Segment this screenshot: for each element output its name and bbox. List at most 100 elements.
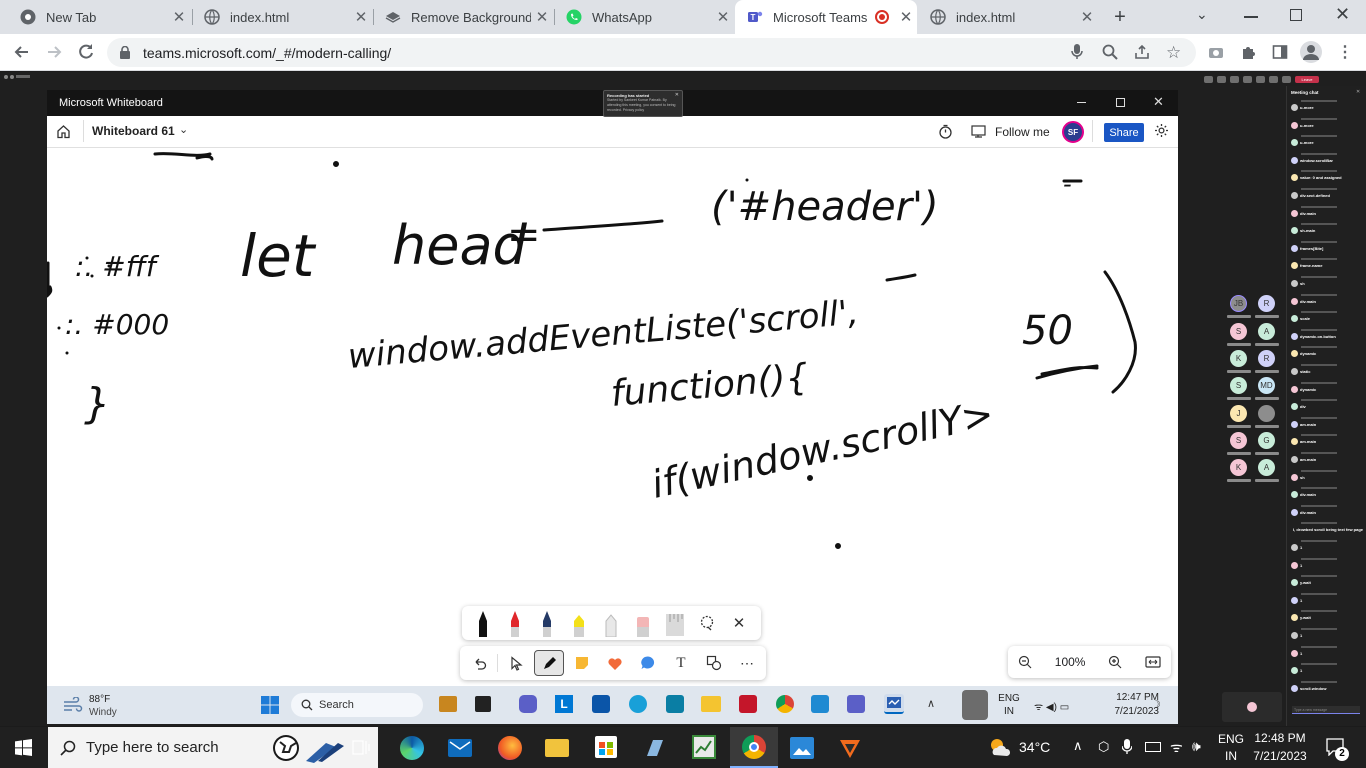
extensions-icon[interactable] xyxy=(1240,44,1256,60)
pen-red-icon[interactable] xyxy=(500,610,530,637)
wb-minimize-icon[interactable] xyxy=(1077,102,1086,104)
inking-tool-icon[interactable] xyxy=(534,650,564,676)
l-app-icon[interactable]: L xyxy=(555,695,573,713)
task-view-icon[interactable] xyxy=(475,696,491,712)
sticky-note-icon[interactable] xyxy=(567,650,597,676)
tab-remove-background[interactable]: Remove Background f ✕ xyxy=(373,0,553,34)
share-page-icon[interactable] xyxy=(1134,44,1150,60)
eraser-icon[interactable] xyxy=(628,610,658,637)
participant-avatar[interactable]: S xyxy=(1230,432,1247,449)
reactions-icon[interactable] xyxy=(1230,76,1239,83)
timer-icon[interactable] xyxy=(938,124,953,139)
volume-icon[interactable]: 🕪 xyxy=(1192,738,1201,755)
file-explorer-app-icon[interactable] xyxy=(701,696,721,712)
participant-avatar[interactable]: JB xyxy=(1230,295,1247,312)
close-tab-icon[interactable]: ✕ xyxy=(350,8,372,26)
more-actions-icon[interactable] xyxy=(1243,76,1252,83)
close-tab-icon[interactable]: ✕ xyxy=(1076,8,1098,26)
chrome-app-icon[interactable] xyxy=(776,695,794,713)
side-panel-icon[interactable] xyxy=(1272,44,1288,60)
participant-avatar[interactable]: S xyxy=(1230,377,1247,394)
mic-toggle-icon[interactable] xyxy=(1269,76,1278,83)
zoom-icon[interactable] xyxy=(1102,44,1118,60)
participant-avatar[interactable]: R xyxy=(1258,350,1275,367)
follow-me-icon[interactable] xyxy=(971,125,986,138)
chrome-menu-icon[interactable]: ⋮ xyxy=(1337,42,1353,62)
participant-avatar[interactable]: G xyxy=(1258,432,1275,449)
edge-app-icon[interactable] xyxy=(629,695,647,713)
mic-tray-icon[interactable] xyxy=(962,690,988,720)
participant-avatar[interactable]: MD xyxy=(1258,377,1275,394)
photos-icon[interactable] xyxy=(790,737,814,759)
participant-avatar[interactable]: R xyxy=(1258,295,1275,312)
lasso-select-icon[interactable] xyxy=(692,610,722,636)
taskbar-lang-top[interactable]: ENG xyxy=(1216,732,1246,746)
taskbar-date[interactable]: 7/21/2023 xyxy=(1250,749,1310,763)
edge-icon[interactable] xyxy=(400,736,424,760)
tray-chevron-icon[interactable]: ∧ xyxy=(927,697,935,710)
close-window-icon[interactable]: ✕ xyxy=(1335,4,1350,25)
participant-avatar[interactable]: K xyxy=(1230,350,1247,367)
wb-maximize-icon[interactable] xyxy=(1116,98,1125,107)
shapes-icon[interactable] xyxy=(699,650,729,676)
camera-icon[interactable] xyxy=(1208,45,1224,59)
taskbar-lang-bottom[interactable]: IN xyxy=(1216,749,1246,763)
vlc-style-app-icon[interactable] xyxy=(838,736,862,760)
battery-icon[interactable] xyxy=(1145,742,1161,752)
pen-black-icon[interactable] xyxy=(468,610,498,637)
more-options-icon[interactable]: ⋯ xyxy=(732,650,762,676)
participant-avatar[interactable] xyxy=(1258,405,1275,422)
windows-start-icon[interactable] xyxy=(15,739,32,756)
windows11-start-icon[interactable] xyxy=(261,696,279,714)
taskbar-time[interactable]: 12:48 PM xyxy=(1250,731,1310,745)
new-tab-button[interactable]: + xyxy=(1108,5,1132,29)
photos-app-icon[interactable] xyxy=(666,695,684,713)
highlighter-white-icon[interactable] xyxy=(596,610,626,637)
file-explorer-icon[interactable] xyxy=(545,739,569,757)
mail-icon[interactable] xyxy=(448,739,472,757)
lock-icon[interactable] xyxy=(119,46,131,59)
board-name[interactable]: Whiteboard 61 xyxy=(92,124,175,138)
settings-gear-icon[interactable] xyxy=(1154,123,1169,138)
inner-network-sound-battery-icon[interactable]: ᯤ ◀) ▭ xyxy=(1034,699,1069,713)
share-content-icon[interactable] xyxy=(1282,76,1291,83)
comment-icon[interactable] xyxy=(633,650,663,676)
close-tab-icon[interactable]: ✕ xyxy=(712,8,734,26)
highlighter-yellow-icon[interactable] xyxy=(564,610,594,637)
tab-index-html-2[interactable]: index.html ✕ xyxy=(918,0,1098,34)
minimize-window-icon[interactable] xyxy=(1244,16,1258,18)
profile-avatar-icon[interactable] xyxy=(1300,41,1322,63)
board-menu-chevron-icon[interactable]: ⌄ xyxy=(179,123,188,136)
reactions-heart-icon[interactable] xyxy=(600,650,630,676)
wifi-icon[interactable]: ᯤ xyxy=(1170,738,1183,757)
inner-search-box[interactable]: Search xyxy=(291,693,423,717)
close-banner-icon[interactable]: ✕ xyxy=(675,92,679,98)
vscode-app-icon[interactable] xyxy=(811,695,829,713)
close-tab-icon[interactable]: ✕ xyxy=(168,8,190,26)
close-tab-icon[interactable]: ✕ xyxy=(895,8,917,26)
user-avatar[interactable]: SF xyxy=(1062,121,1084,143)
whiteboard-canvas[interactable]: :. #fff :. #000 } let head = ('#header')… xyxy=(47,148,1178,686)
wb-close-icon[interactable]: ✕ xyxy=(1153,94,1164,110)
fit-to-screen-icon[interactable] xyxy=(1145,656,1161,668)
participant-avatar[interactable]: A xyxy=(1258,459,1275,476)
undo-icon[interactable] xyxy=(464,650,494,676)
select-pointer-icon[interactable] xyxy=(501,650,531,676)
bookmark-star-icon[interactable]: ☆ xyxy=(1166,43,1181,63)
firefox-icon[interactable] xyxy=(498,736,522,760)
pen-navy-icon[interactable] xyxy=(532,610,562,637)
task-view-icon[interactable] xyxy=(352,739,370,756)
forward-arrow-icon[interactable] xyxy=(44,42,64,62)
url-bar[interactable]: teams.microsoft.com/_#/modern-calling/ ☆ xyxy=(107,38,1196,67)
close-tab-icon[interactable]: ✕ xyxy=(531,8,553,26)
leave-button[interactable]: Leave xyxy=(1295,76,1319,83)
mcafee-app-icon[interactable] xyxy=(739,695,757,713)
tab-new-tab[interactable]: New Tab ✕ xyxy=(8,0,190,34)
home-icon[interactable] xyxy=(56,124,71,139)
participant-avatar[interactable]: S xyxy=(1230,323,1247,340)
hidden-icons-chevron-icon[interactable]: ∧ xyxy=(1073,738,1083,754)
back-arrow-icon[interactable] xyxy=(12,42,32,62)
participant-avatar[interactable]: A xyxy=(1258,323,1275,340)
restore-window-icon[interactable] xyxy=(1290,9,1302,21)
close-palette-icon[interactable]: ✕ xyxy=(724,610,754,636)
